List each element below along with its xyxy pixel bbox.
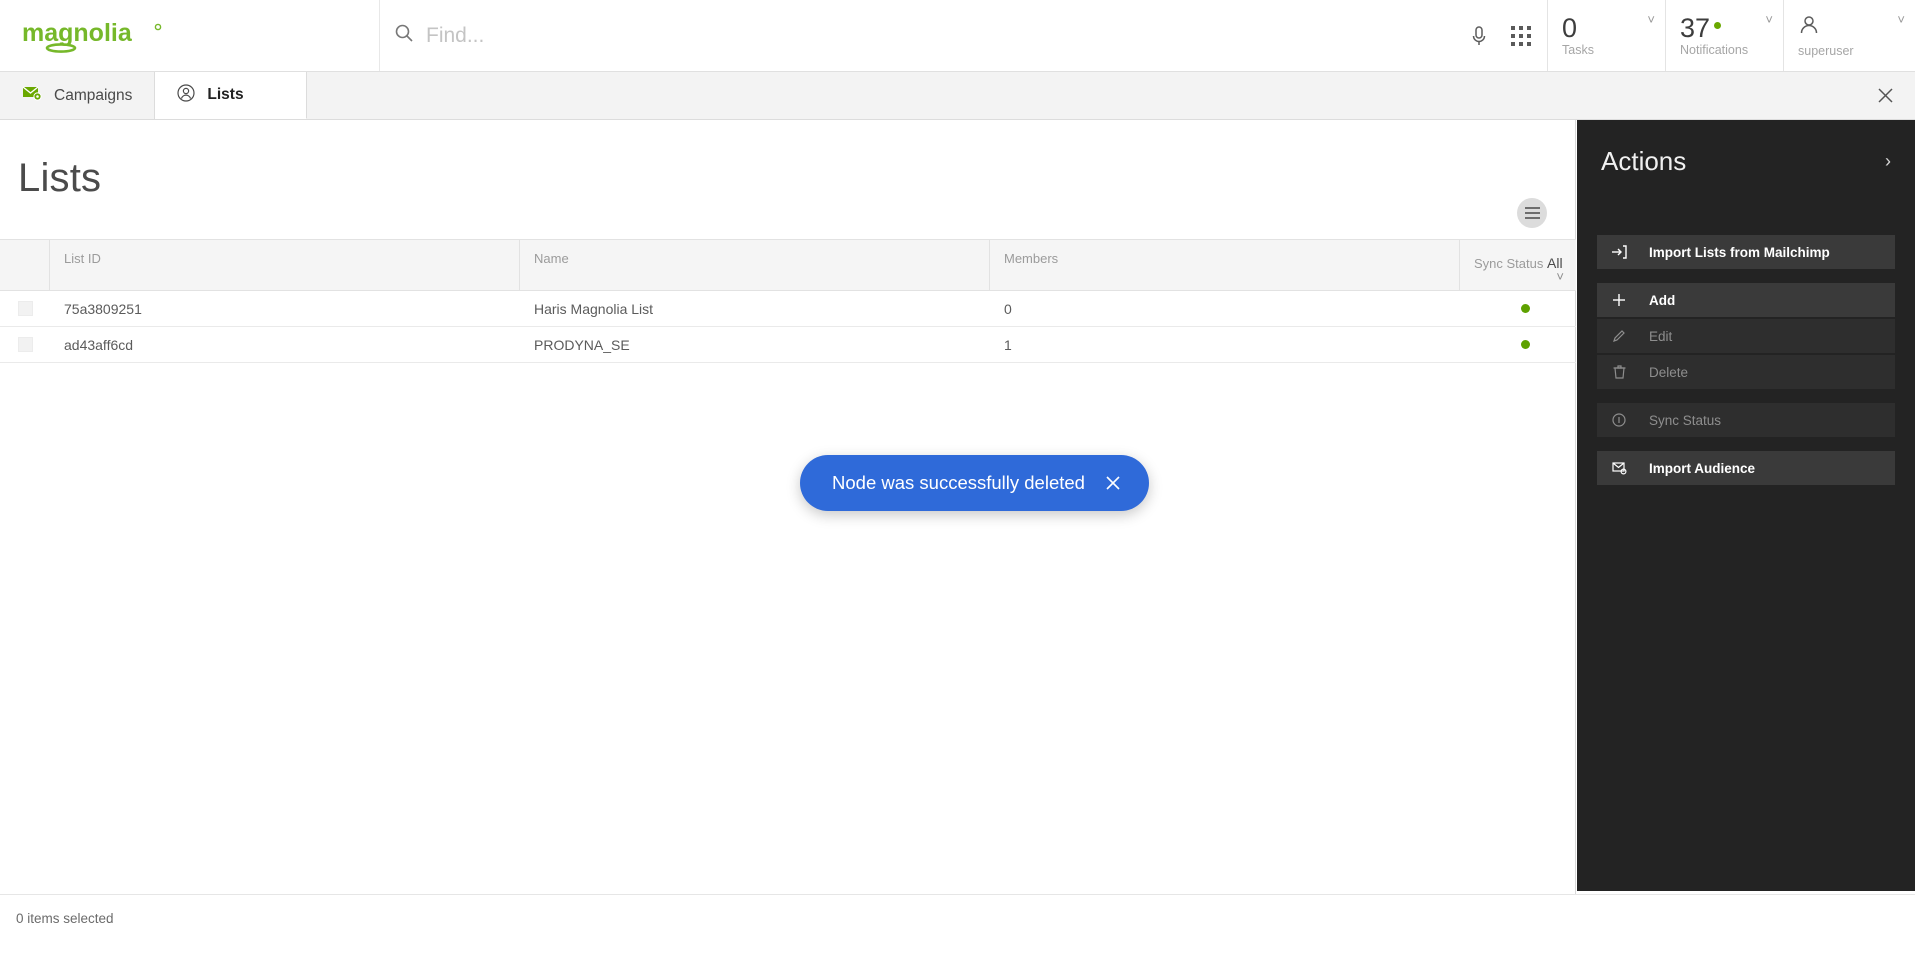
pencil-icon: [1611, 329, 1627, 343]
table-header-row: List ID Name Members Sync Status All ˅: [0, 239, 1576, 291]
trash-icon: [1611, 365, 1627, 379]
row-checkbox-cell[interactable]: [0, 337, 50, 352]
cell-members: 1: [1004, 336, 1012, 353]
actions-panel: Actions › Import Lists from Mailchimp Ad…: [1577, 120, 1915, 891]
info-circle-icon: [1611, 413, 1627, 427]
chevron-right-icon[interactable]: ›: [1885, 151, 1891, 172]
cell-name: Haris Magnolia List: [534, 300, 654, 317]
actions-divider: [1597, 391, 1895, 403]
top-bar: magnolia Find... 0 Tasks ˅ 37 Notificati…: [0, 0, 1915, 72]
action-delete: Delete: [1597, 355, 1895, 389]
microphone-icon[interactable]: [1469, 25, 1489, 47]
user-widget[interactable]: superuser ˅: [1783, 0, 1915, 71]
notifications-widget[interactable]: 37 Notifications ˅: [1665, 0, 1783, 71]
cell-members: 0: [1004, 300, 1012, 317]
tab-label-lists: Lists: [207, 86, 244, 103]
user-name: superuser: [1798, 43, 1854, 58]
search-icon: [394, 23, 414, 48]
actions-divider: [1597, 271, 1895, 283]
actions-header: Actions ›: [1577, 120, 1915, 177]
action-label: Edit: [1649, 328, 1673, 344]
logo-area[interactable]: magnolia: [0, 0, 380, 71]
row-checkbox-cell[interactable]: [0, 301, 50, 316]
tasks-widget[interactable]: 0 Tasks ˅: [1547, 0, 1665, 71]
chevron-down-icon[interactable]: ˅: [1556, 269, 1564, 284]
cell-sync-status: [1460, 304, 1576, 313]
envelope-gear-icon: [22, 85, 42, 106]
column-header-members[interactable]: Members: [990, 240, 1460, 290]
top-icon-group: [1453, 0, 1547, 71]
status-badge: [1520, 304, 1530, 313]
status-bar: 0 items selected: [0, 894, 1915, 964]
action-sync-status: Sync Status: [1597, 403, 1895, 437]
tab-label-campaigns: Campaigns: [54, 86, 133, 104]
toast-close-icon[interactable]: [1105, 475, 1121, 491]
actions-list: Import Lists from Mailchimp Add Edit Del…: [1577, 235, 1915, 485]
search-area[interactable]: [380, 0, 1453, 71]
table-row[interactable]: 75a3809251 Haris Magnolia List 0: [0, 291, 1576, 327]
chevron-down-icon[interactable]: ˅: [1897, 12, 1905, 27]
content-area: Lists List ID Name Members Sync Status A…: [0, 120, 1576, 894]
actions-divider: [1597, 439, 1895, 451]
svg-text:magnolia: magnolia: [22, 19, 133, 47]
page-title: Lists: [18, 156, 102, 200]
row-checkbox[interactable]: [17, 337, 33, 352]
actions-title: Actions: [1601, 146, 1687, 176]
notifications-label: Notifications: [1680, 43, 1749, 58]
envelope-import-icon: [1611, 461, 1627, 475]
action-label: Delete: [1649, 364, 1689, 380]
toast-notification: Node was successfully deleted: [800, 455, 1149, 511]
plus-icon: [1611, 293, 1627, 307]
cell-name: PRODYNA_SE: [534, 336, 630, 353]
tab-bar: Campaigns Lists: [0, 72, 1915, 120]
chevron-down-icon[interactable]: ˅: [1765, 12, 1773, 27]
magnolia-app-shell: magnolia Find... 0 Tasks ˅ 37 Notificati…: [0, 0, 1915, 964]
selection-status: 0 items selected: [16, 911, 114, 926]
action-add[interactable]: Add: [1597, 283, 1895, 317]
column-header-list-id[interactable]: List ID: [50, 240, 520, 290]
chevron-down-icon[interactable]: ˅: [1647, 12, 1655, 27]
lists-table: List ID Name Members Sync Status All ˅ 7…: [0, 239, 1576, 363]
tab-lists[interactable]: Lists: [155, 72, 308, 119]
action-label: Add: [1649, 292, 1676, 308]
action-import-audience[interactable]: Import Audience: [1597, 451, 1895, 485]
notification-alert-dot: [1714, 21, 1722, 29]
column-header-sync-status[interactable]: Sync Status All ˅: [1460, 240, 1576, 290]
action-label: Import Audience: [1649, 460, 1756, 476]
action-edit: Edit: [1597, 319, 1895, 353]
select-all-header-cell[interactable]: [0, 240, 50, 290]
list-view-icon[interactable]: [1517, 198, 1547, 228]
apps-grid-icon[interactable]: [1511, 25, 1531, 46]
magnolia-logo: magnolia: [22, 19, 162, 53]
import-arrow-icon: [1611, 245, 1627, 259]
row-checkbox[interactable]: [17, 301, 33, 316]
circle-person-icon: [177, 83, 196, 107]
cell-sync-status: [1460, 340, 1576, 349]
action-label: Import Lists from Mailchimp: [1649, 244, 1830, 260]
tab-campaigns[interactable]: Campaigns: [0, 72, 156, 119]
status-badge: [1520, 340, 1530, 349]
cell-list-id: ad43aff6cd: [64, 336, 134, 353]
tasks-label: Tasks: [1562, 43, 1594, 58]
toast-message: Node was successfully deleted: [832, 472, 1085, 493]
action-label: Sync Status: [1649, 412, 1722, 428]
sync-status-header-label: Sync Status: [1474, 256, 1544, 271]
cell-list-id: 75a3809251: [64, 300, 142, 317]
table-row[interactable]: ad43aff6cd PRODYNA_SE 1: [0, 327, 1576, 363]
close-icon[interactable]: [1855, 72, 1915, 119]
column-header-name[interactable]: Name: [520, 240, 990, 290]
search-input[interactable]: [426, 23, 1026, 48]
action-import-lists-from-mailchimp[interactable]: Import Lists from Mailchimp: [1597, 235, 1895, 269]
